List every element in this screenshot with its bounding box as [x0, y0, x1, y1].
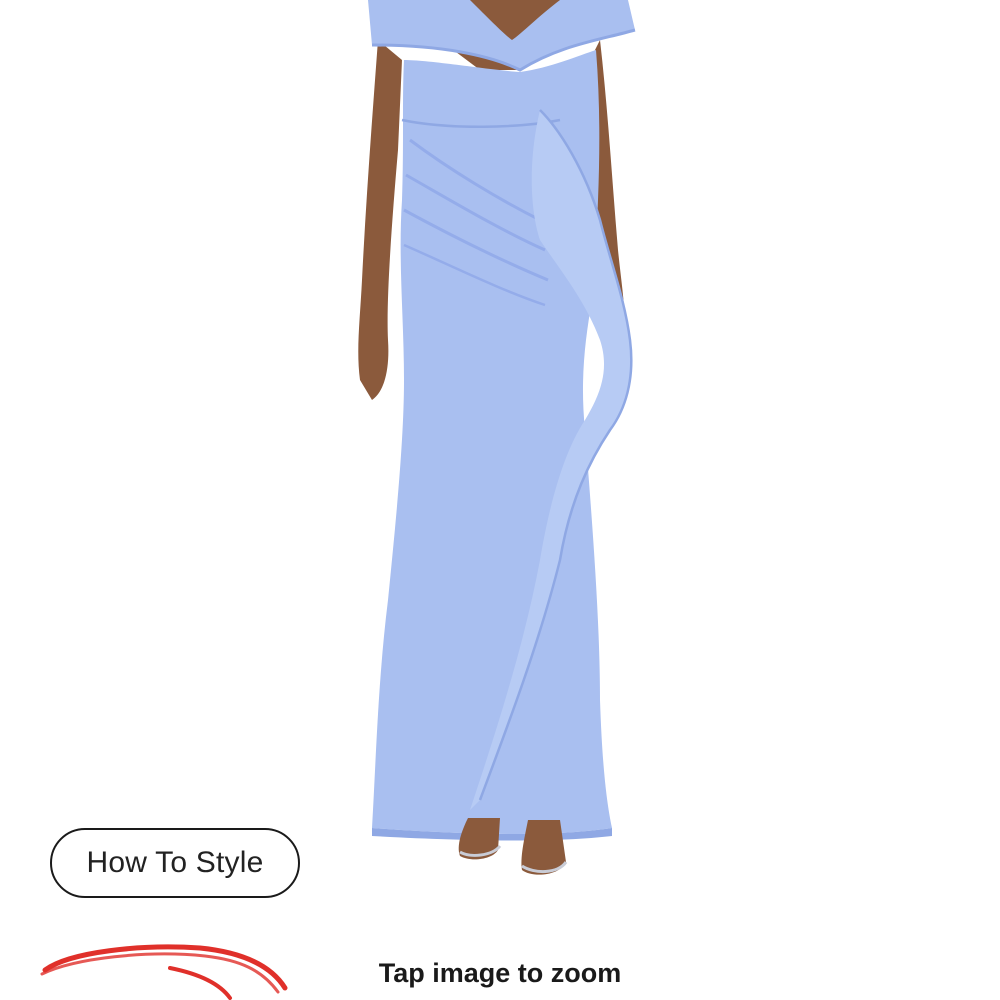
product-image[interactable]: [0, 0, 1000, 900]
how-to-style-button[interactable]: How To Style: [50, 828, 300, 898]
how-to-style-label: How To Style: [86, 846, 264, 879]
red-scribble-annotation: [40, 944, 288, 1000]
product-page: How To Style Tap image to zoom: [0, 0, 1000, 1000]
tap-to-zoom-hint: Tap image to zoom: [378, 958, 622, 988]
